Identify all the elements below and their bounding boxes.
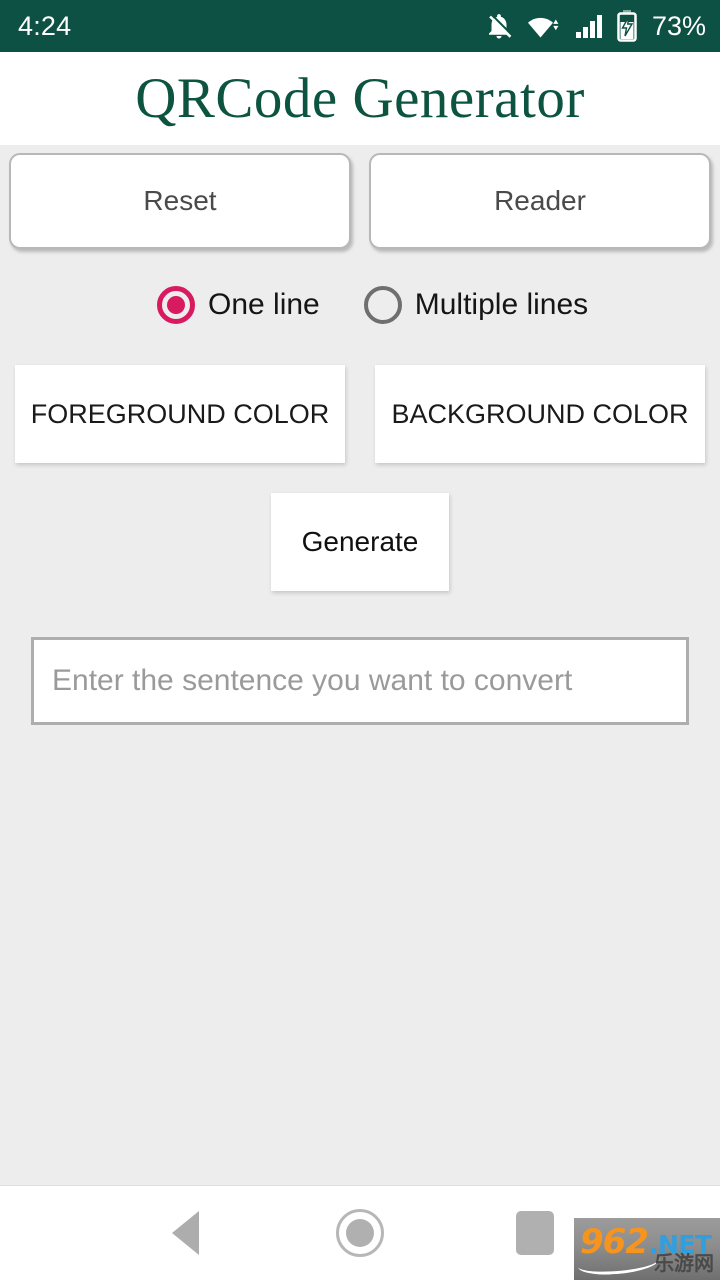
top-button-row: Reset Reader — [0, 153, 720, 253]
wifi-icon — [527, 11, 561, 41]
page-title: QRCode Generator — [135, 67, 585, 130]
app-title-bar: QRCode Generator — [0, 52, 720, 145]
radio-option-one-line-label: One line — [208, 288, 320, 321]
nav-home-button[interactable] — [295, 1186, 425, 1280]
status-bar-icons: 73% — [484, 10, 706, 42]
reader-button-label: Reader — [494, 185, 586, 216]
recents-square-icon — [516, 1211, 554, 1255]
reset-button[interactable]: Reset — [9, 153, 351, 249]
radio-selected-icon — [157, 286, 195, 324]
watermark-chinese-text: 乐游网 — [654, 1251, 714, 1275]
reset-button-label: Reset — [143, 185, 217, 216]
background-color-button-label: BACKGROUND COLOR — [391, 398, 689, 429]
watermark-swoosh-icon — [577, 1248, 661, 1277]
home-circle-icon — [336, 1209, 384, 1257]
main-content: Reset Reader One line Multiple lines FOR… — [0, 145, 720, 1185]
battery-charging-icon — [617, 10, 637, 42]
radio-unselected-icon — [363, 286, 402, 324]
generate-button[interactable]: Generate — [271, 493, 449, 591]
generate-button-label: Generate — [301, 526, 419, 557]
status-bar: 4:24 73% — [0, 0, 720, 52]
status-bar-time: 4:24 — [18, 10, 72, 41]
radio-option-multiple-lines-label: Multiple lines — [414, 288, 589, 321]
notifications-off-icon — [484, 11, 514, 41]
radio-option-one-line[interactable]: One line — [157, 286, 320, 324]
reader-button[interactable]: Reader — [369, 153, 711, 249]
background-color-button[interactable]: BACKGROUND COLOR — [375, 365, 705, 463]
sentence-input-wrapper[interactable] — [31, 637, 689, 725]
foreground-color-button[interactable]: FOREGROUND COLOR — [15, 365, 345, 463]
cellular-signal-icon — [574, 11, 604, 41]
site-watermark: 962 .NET 乐游网 — [574, 1218, 720, 1280]
foreground-color-button-label: FOREGROUND COLOR — [30, 398, 330, 429]
radio-option-multiple-lines[interactable]: Multiple lines — [363, 286, 589, 324]
app-root: 4:24 73% QRCode Generator Reset Reader O… — [0, 0, 720, 1280]
back-triangle-icon — [171, 1211, 199, 1255]
nav-back-button[interactable] — [120, 1186, 250, 1280]
line-mode-radio-group: One line Multiple lines — [0, 277, 720, 333]
battery-percentage: 73% — [651, 10, 706, 41]
sentence-input[interactable] — [34, 640, 686, 722]
